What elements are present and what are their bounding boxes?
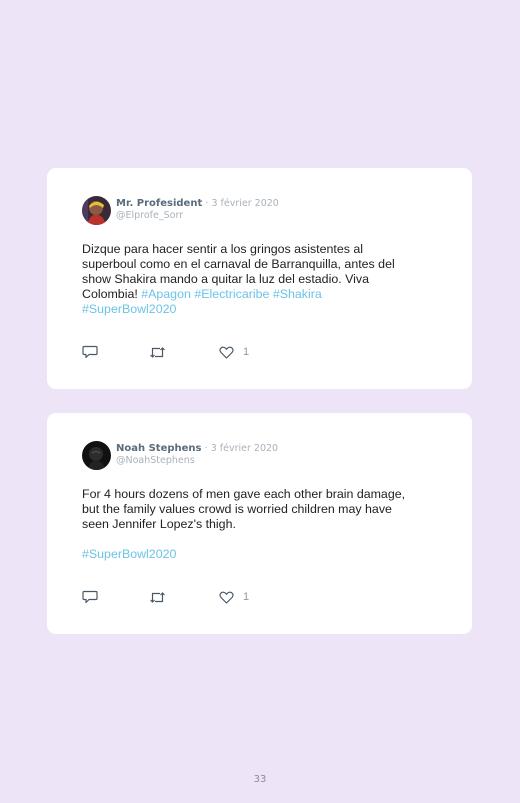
heart-icon — [219, 346, 234, 359]
tweet-text: For 4 hours dozens of men gave each othe… — [82, 487, 442, 562]
profile-photo-icon — [82, 441, 111, 470]
avatar[interactable] — [82, 441, 111, 470]
profile-photo-icon — [82, 196, 111, 225]
tweet-date: · 3 février 2020 — [205, 198, 279, 209]
reply-icon — [82, 345, 98, 359]
hashtag-link[interactable]: #SuperBowl2020 — [82, 302, 176, 316]
author-name[interactable]: Noah Stephens — [116, 443, 201, 454]
tweet-text-line: seen Jennifer Lopez's thigh. — [82, 517, 236, 531]
tweet-text-line: superboul como en el carnaval de Barranq… — [82, 257, 395, 271]
tweet-date: · 3 février 2020 — [204, 443, 279, 454]
reply-button[interactable] — [82, 589, 98, 605]
tweet-text: Dizque para hacer sentir a los gringos a… — [82, 242, 442, 317]
reply-icon — [82, 590, 98, 604]
tweet-card: Noah Stephens · 3 février 2020 @NoahStep… — [47, 413, 472, 634]
reply-button[interactable] — [82, 344, 98, 360]
tweet-text-line: show Shakira mando a quitar la luz del e… — [82, 272, 369, 286]
hashtag-link[interactable]: #Electricaribe — [194, 287, 269, 301]
like-count: 1 — [243, 346, 250, 358]
tweet-text-line: Colombia! #Apagon #Electricaribe #Shakir… — [82, 287, 442, 302]
like-count: 1 — [243, 591, 250, 603]
hashtag-link[interactable]: #SuperBowl2020 — [82, 547, 176, 561]
retweet-icon — [150, 591, 165, 603]
avatar[interactable] — [82, 196, 111, 225]
author-line: Noah Stephens · 3 février 2020 — [116, 442, 278, 455]
retweet-button[interactable] — [149, 589, 166, 605]
author-handle[interactable]: @NoahStephens — [116, 455, 195, 467]
tweet-text-line: but the family values crowd is worried c… — [82, 502, 392, 516]
tweet-card: Mr. Profesident · 3 février 2020 @Elprof… — [47, 168, 472, 389]
retweet-icon — [150, 346, 165, 358]
tweet-text-line: For 4 hours dozens of men gave each othe… — [82, 487, 406, 501]
page-number: 33 — [253, 774, 267, 785]
author-line: Mr. Profesident · 3 février 2020 — [116, 197, 279, 210]
like-button[interactable]: 1 — [219, 344, 249, 360]
like-button[interactable]: 1 — [219, 589, 249, 605]
tweet-actions: 1 — [82, 589, 282, 605]
tweet-text-line: Dizque para hacer sentir a los gringos a… — [82, 242, 364, 256]
author-handle[interactable]: @Elprofe_Sorr — [116, 210, 183, 222]
author-name[interactable]: Mr. Profesident — [116, 198, 202, 209]
tweet-text-fragment: Colombia! — [82, 287, 142, 301]
hashtag-link[interactable]: #Apagon — [141, 287, 191, 301]
tweet-actions: 1 — [82, 344, 282, 360]
hashtag-link[interactable]: #Shakira — [273, 287, 322, 301]
retweet-button[interactable] — [149, 344, 166, 360]
heart-icon — [219, 591, 234, 604]
